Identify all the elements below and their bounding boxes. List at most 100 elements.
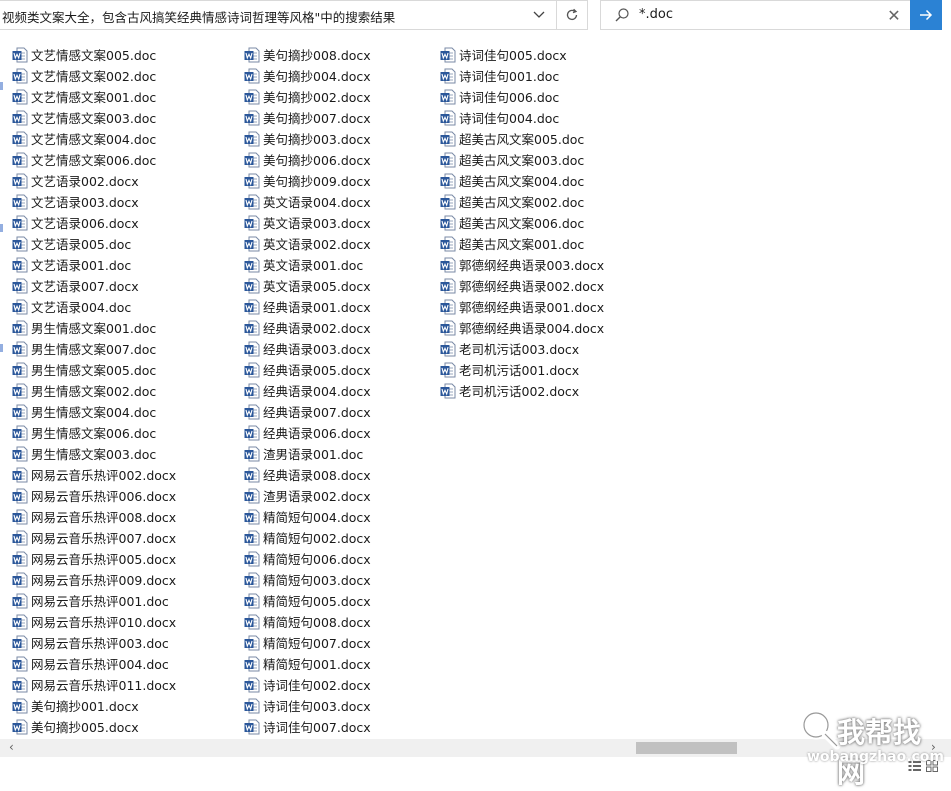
- file-item[interactable]: 美句摘抄008.docx: [244, 44, 371, 65]
- file-item[interactable]: 诗词佳句005.docx: [440, 44, 567, 65]
- file-item[interactable]: 文艺语录001.doc: [12, 254, 131, 275]
- file-item[interactable]: 渣男语录001.doc: [244, 443, 363, 464]
- file-item[interactable]: 美句摘抄006.docx: [244, 149, 371, 170]
- file-item[interactable]: 文艺情感文案001.doc: [12, 86, 156, 107]
- refresh-button[interactable]: [557, 0, 588, 30]
- file-item[interactable]: 渣男语录002.docx: [244, 485, 371, 506]
- file-item[interactable]: 美句摘抄009.docx: [244, 170, 371, 191]
- file-item[interactable]: 精简短句006.docx: [244, 548, 371, 569]
- file-item[interactable]: 郭德纲经典语录001.docx: [440, 296, 604, 317]
- file-item[interactable]: 文艺情感文案006.doc: [12, 149, 156, 170]
- file-item[interactable]: 精简短句001.docx: [244, 653, 371, 674]
- file-item[interactable]: 英文语录005.docx: [244, 275, 371, 296]
- file-item[interactable]: 超美古风文案005.doc: [440, 128, 584, 149]
- close-icon[interactable]: ✕: [884, 5, 904, 25]
- file-item[interactable]: 男生情感文案007.doc: [12, 338, 156, 359]
- file-item[interactable]: 精简短句004.docx: [244, 506, 371, 527]
- file-item[interactable]: 美句摘抄007.docx: [244, 107, 371, 128]
- file-item[interactable]: 精简短句007.docx: [244, 632, 371, 653]
- file-item[interactable]: 诗词佳句006.doc: [440, 86, 559, 107]
- file-item[interactable]: 网易云音乐热评003.doc: [12, 632, 169, 653]
- file-item[interactable]: 老司机污话002.docx: [440, 380, 579, 401]
- file-item[interactable]: 经典语录004.docx: [244, 380, 371, 401]
- scrollbar-thumb[interactable]: [636, 742, 737, 754]
- file-item[interactable]: 精简短句002.docx: [244, 527, 371, 548]
- file-item[interactable]: 文艺语录007.docx: [12, 275, 139, 296]
- file-item[interactable]: 郭德纲经典语录003.docx: [440, 254, 604, 275]
- file-item[interactable]: 美句摘抄004.docx: [244, 65, 371, 86]
- file-item[interactable]: 经典语录005.docx: [244, 359, 371, 380]
- file-item[interactable]: 老司机污话001.docx: [440, 359, 579, 380]
- file-item[interactable]: 美句摘抄003.docx: [244, 128, 371, 149]
- file-item[interactable]: 诗词佳句004.doc: [440, 107, 559, 128]
- horizontal-scrollbar[interactable]: ‹ ›: [0, 739, 951, 757]
- file-item[interactable]: 超美古风文案003.doc: [440, 149, 584, 170]
- file-item[interactable]: 郭德纲经典语录004.docx: [440, 317, 604, 338]
- scroll-left-arrow[interactable]: ‹: [9, 740, 14, 754]
- file-item[interactable]: 英文语录001.doc: [244, 254, 363, 275]
- file-item[interactable]: 文艺语录004.doc: [12, 296, 131, 317]
- file-item[interactable]: 网易云音乐热评004.doc: [12, 653, 169, 674]
- file-item[interactable]: 男生情感文案004.doc: [12, 401, 156, 422]
- file-item[interactable]: 男生情感文案003.doc: [12, 443, 156, 464]
- file-item[interactable]: 经典语录002.docx: [244, 317, 371, 338]
- file-item[interactable]: 超美古风文案002.doc: [440, 191, 584, 212]
- file-item[interactable]: 诗词佳句001.doc: [440, 65, 559, 86]
- file-name: 美句摘抄009.docx: [263, 174, 371, 189]
- file-item[interactable]: 英文语录002.docx: [244, 233, 371, 254]
- file-item[interactable]: 美句摘抄001.docx: [12, 695, 139, 716]
- file-item[interactable]: 超美古风文案004.doc: [440, 170, 584, 191]
- file-item[interactable]: 经典语录006.docx: [244, 422, 371, 443]
- word-document-icon: [244, 509, 260, 525]
- file-item[interactable]: 经典语录001.docx: [244, 296, 371, 317]
- file-item[interactable]: 郭德纲经典语录002.docx: [440, 275, 604, 296]
- file-item[interactable]: 网易云音乐热评008.docx: [12, 506, 176, 527]
- file-item[interactable]: 经典语录008.docx: [244, 464, 371, 485]
- file-item[interactable]: 男生情感文案006.doc: [12, 422, 156, 443]
- file-item[interactable]: 文艺语录005.doc: [12, 233, 131, 254]
- file-item[interactable]: 精简短句005.docx: [244, 590, 371, 611]
- file-item[interactable]: 文艺情感文案002.doc: [12, 65, 156, 86]
- file-item[interactable]: 网易云音乐热评002.docx: [12, 464, 176, 485]
- address-path[interactable]: 视频类文案大全，包含古风搞笑经典情感诗词哲理等风格"中的搜索结果: [2, 7, 522, 26]
- file-item[interactable]: 男生情感文案005.doc: [12, 359, 156, 380]
- file-item[interactable]: 男生情感文案001.doc: [12, 317, 156, 338]
- file-item[interactable]: 英文语录003.docx: [244, 212, 371, 233]
- file-item[interactable]: 经典语录007.docx: [244, 401, 371, 422]
- file-item[interactable]: 文艺情感文案005.doc: [12, 44, 156, 65]
- file-item[interactable]: 英文语录004.docx: [244, 191, 371, 212]
- file-item[interactable]: 网易云音乐热评006.docx: [12, 485, 176, 506]
- file-item[interactable]: 文艺情感文案004.doc: [12, 128, 156, 149]
- file-item[interactable]: 文艺语录006.docx: [12, 212, 139, 233]
- file-item[interactable]: 网易云音乐热评007.docx: [12, 527, 176, 548]
- file-item[interactable]: 美句摘抄005.docx: [12, 716, 139, 737]
- file-item[interactable]: 经典语录003.docx: [244, 338, 371, 359]
- file-item[interactable]: 诗词佳句003.docx: [244, 695, 371, 716]
- scroll-right-arrow[interactable]: ›: [931, 740, 936, 754]
- file-item[interactable]: 文艺语录002.docx: [12, 170, 139, 191]
- file-item[interactable]: 老司机污话003.docx: [440, 338, 579, 359]
- file-item[interactable]: 网易云音乐热评001.doc: [12, 590, 169, 611]
- file-item[interactable]: 精简短句008.docx: [244, 611, 371, 632]
- word-document-icon: [244, 194, 260, 210]
- chevron-down-icon[interactable]: [529, 5, 549, 25]
- file-name: 文艺语录002.docx: [31, 174, 139, 189]
- file-item[interactable]: 超美古风文案001.doc: [440, 233, 584, 254]
- search-box[interactable]: *.doc ✕: [600, 0, 911, 30]
- file-item[interactable]: 诗词佳句007.docx: [244, 716, 371, 737]
- file-item[interactable]: 超美古风文案006.doc: [440, 212, 584, 233]
- details-view-icon[interactable]: [908, 760, 938, 775]
- file-item[interactable]: 精简短句003.docx: [244, 569, 371, 590]
- file-item[interactable]: 网易云音乐热评011.docx: [12, 674, 176, 695]
- file-item[interactable]: 网易云音乐热评005.docx: [12, 548, 176, 569]
- file-item[interactable]: 美句摘抄002.docx: [244, 86, 371, 107]
- file-item[interactable]: 网易云音乐热评009.docx: [12, 569, 176, 590]
- file-item[interactable]: 文艺情感文案003.doc: [12, 107, 156, 128]
- file-item[interactable]: 男生情感文案002.doc: [12, 380, 156, 401]
- file-item[interactable]: 诗词佳句002.docx: [244, 674, 371, 695]
- search-input[interactable]: *.doc: [639, 7, 673, 22]
- address-bar[interactable]: 视频类文案大全，包含古风搞笑经典情感诗词哲理等风格"中的搜索结果: [0, 0, 557, 30]
- file-item[interactable]: 网易云音乐热评010.docx: [12, 611, 176, 632]
- file-item[interactable]: 文艺语录003.docx: [12, 191, 139, 212]
- search-go-button[interactable]: [910, 0, 942, 30]
